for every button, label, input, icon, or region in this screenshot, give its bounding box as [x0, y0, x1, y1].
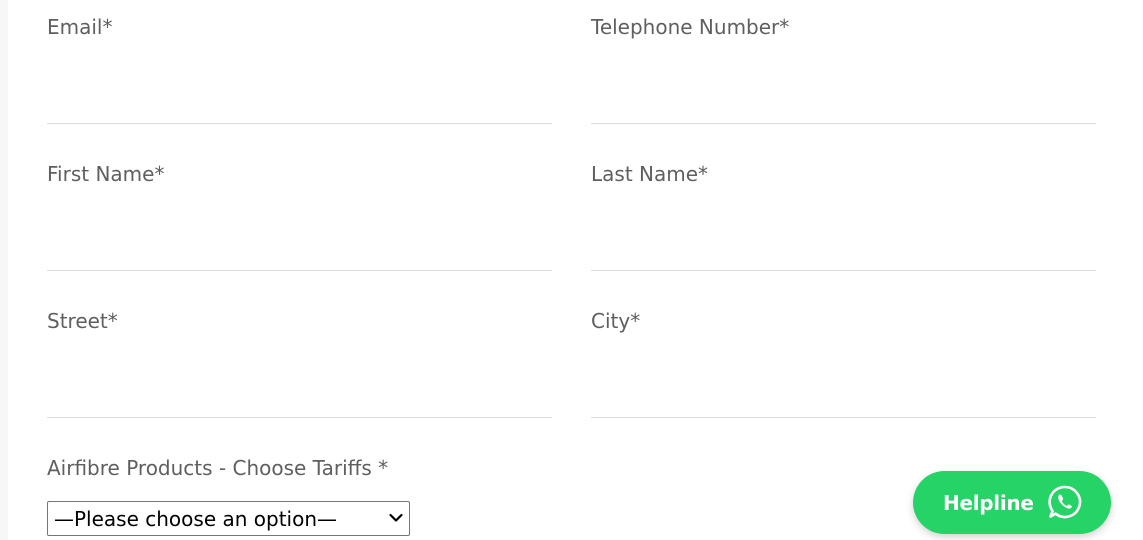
- street-field[interactable]: [47, 358, 552, 418]
- contact-form-page: Email* Telephone Number* First Name* Las…: [0, 0, 1143, 540]
- telephone-field[interactable]: [591, 64, 1096, 124]
- city-field[interactable]: [591, 358, 1096, 418]
- first-name-field[interactable]: [47, 211, 552, 271]
- email-field[interactable]: [47, 64, 552, 124]
- tariff-label: Airfibre Products - Choose Tariffs *: [47, 456, 389, 480]
- street-label: Street*: [47, 309, 118, 333]
- whatsapp-icon: [1047, 484, 1083, 520]
- tariff-select[interactable]: —Please choose an option—: [47, 501, 410, 536]
- helpline-label: Helpline: [943, 490, 1034, 515]
- helpline-button[interactable]: Helpline: [913, 471, 1111, 534]
- page-edge: [0, 0, 8, 540]
- email-label: Email*: [47, 15, 113, 39]
- chevron-down-icon: [389, 510, 403, 526]
- tariff-selected-value: —Please choose an option—: [54, 506, 338, 531]
- last-name-field[interactable]: [591, 211, 1096, 271]
- city-label: City*: [591, 309, 641, 333]
- last-name-label: Last Name*: [591, 162, 709, 186]
- telephone-label: Telephone Number*: [591, 15, 790, 39]
- first-name-label: First Name*: [47, 162, 165, 186]
